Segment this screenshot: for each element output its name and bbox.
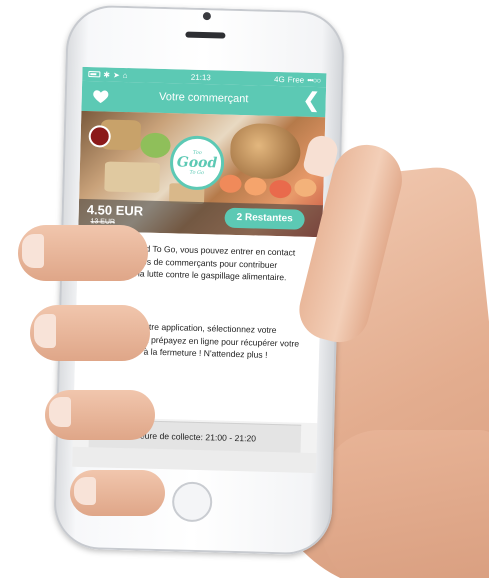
offer-banner: Too Good To Go 2 Restantes 4.50 EUR 13 E… bbox=[78, 110, 326, 238]
carrier-name: Free bbox=[287, 74, 305, 85]
fingernail bbox=[74, 477, 96, 505]
fingernail bbox=[22, 234, 44, 268]
chevron-left-icon[interactable]: ❮ bbox=[303, 89, 320, 113]
front-camera bbox=[202, 12, 212, 21]
food-photo-item bbox=[219, 174, 242, 194]
logo-main-text: Good bbox=[176, 154, 218, 172]
food-photo-item bbox=[104, 161, 161, 193]
logo-bottom-text: To Go bbox=[189, 169, 205, 177]
food-photo-item bbox=[140, 132, 171, 159]
status-right: 4G Free •••○○ bbox=[274, 74, 320, 84]
offer-price: 4.50 EUR bbox=[86, 202, 144, 219]
network-type: 4G bbox=[273, 74, 285, 84]
location-icon: ➤ bbox=[112, 70, 120, 80]
too-good-to-go-logo: Too Good To Go bbox=[169, 135, 225, 191]
bluetooth-icon: ✱ bbox=[103, 69, 111, 80]
food-photo-item bbox=[294, 178, 317, 198]
status-time: 21:13 bbox=[190, 72, 211, 82]
signal-strength: •••○○ bbox=[307, 75, 321, 85]
hand-wrist bbox=[320, 430, 489, 578]
remaining-badge: 2 Restantes bbox=[224, 207, 305, 230]
nav-title: Votre commerçant bbox=[158, 90, 249, 106]
lock-icon: ⌂ bbox=[122, 70, 128, 80]
scene: ✱ ➤ ⌂ 21:13 4G Free •••○○ Votre commerça… bbox=[0, 0, 489, 578]
fingernail bbox=[49, 397, 71, 427]
food-photo-item bbox=[244, 177, 267, 196]
food-photo-item bbox=[229, 122, 302, 180]
status-left: ✱ ➤ ⌂ bbox=[88, 69, 128, 80]
fingernail bbox=[34, 314, 56, 348]
home-button[interactable] bbox=[171, 481, 213, 523]
earpiece-speaker bbox=[185, 31, 226, 39]
food-photo-item bbox=[269, 179, 292, 199]
battery-icon bbox=[88, 71, 101, 78]
